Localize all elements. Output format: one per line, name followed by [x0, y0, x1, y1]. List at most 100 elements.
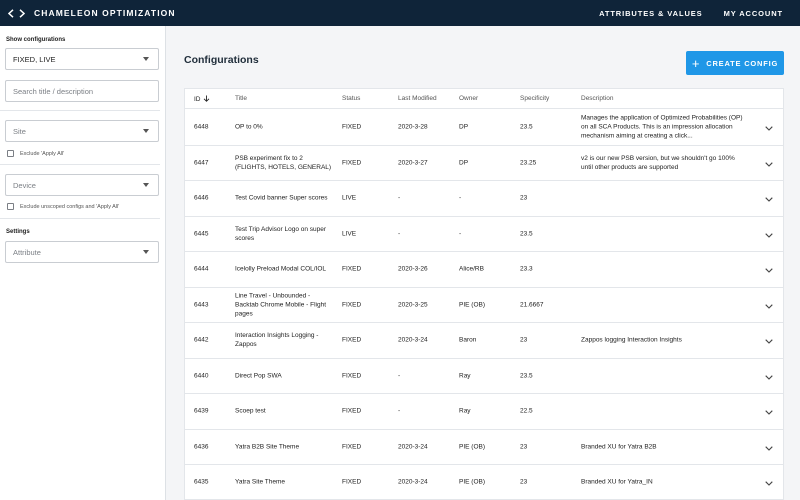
table-row[interactable]: 6446 Test Covid banner Super scores LIVE - -…	[185, 181, 783, 217]
divider	[0, 218, 160, 219]
dropdown-caret-icon	[143, 183, 149, 187]
device-select[interactable]: Device	[5, 174, 159, 196]
sort-descending-icon[interactable]	[203, 95, 210, 104]
cell-title: Test Trip Advisor Logo on super scores	[235, 225, 327, 242]
cell-title: Line Travel - Unbounded - Backtab Chrome…	[235, 292, 327, 318]
table-row[interactable]: 6444 Icelolly Preload Modal COL/IOL FIXED 2…	[185, 252, 783, 288]
site-placeholder: Site	[13, 126, 26, 136]
dropdown-caret-icon	[143, 129, 149, 133]
expand-chevron-icon[interactable]	[765, 118, 773, 136]
column-header-owner[interactable]: Owner	[459, 95, 478, 102]
cell-description: Zappos logging Interaction Insights	[581, 336, 682, 344]
cell-id: 6445	[194, 230, 209, 238]
checkbox-icon[interactable]	[7, 150, 14, 157]
cell-last-modified: 2020-3-24	[398, 443, 428, 451]
dropdown-caret-icon	[143, 57, 149, 61]
show-configurations-label: Show configurations	[6, 37, 66, 43]
expand-chevron-icon[interactable]	[765, 331, 773, 349]
plus-icon: +	[691, 55, 701, 71]
table-row[interactable]: 6436 Yatra B2B Site Theme FIXED 2020-3-24 PI…	[185, 430, 783, 465]
table-header: ID Title Status Last Modified Owner Spec…	[185, 89, 783, 109]
cell-title: Interaction Insights Logging - Zappos	[235, 332, 319, 349]
table-row[interactable]: 6445 Test Trip Advisor Logo on super scor…	[185, 217, 783, 252]
table-row[interactable]: 6448 OP to 0% FIXED 2020-3-28 DP 23.5 Manages …	[185, 110, 783, 146]
expand-chevron-icon[interactable]	[765, 189, 773, 207]
cell-status: FIXED	[342, 478, 362, 486]
table-row[interactable]: 6439 Scoep test FIXED - Ray 22.5	[185, 394, 783, 430]
cell-status: FIXED	[342, 443, 362, 451]
expand-chevron-icon[interactable]	[765, 296, 773, 314]
table-row[interactable]: 6435 Yatra Site Theme FIXED 2020-3-24 PIE (O…	[185, 465, 783, 499]
column-header-status[interactable]: Status	[342, 95, 360, 102]
cell-specificity: 23	[520, 336, 528, 344]
expand-chevron-icon[interactable]	[765, 225, 773, 243]
cell-status: FIXED	[342, 265, 362, 273]
expand-chevron-icon[interactable]	[765, 367, 773, 385]
attribute-select[interactable]: Attribute	[5, 241, 159, 263]
cell-title: Direct Pop SWA	[235, 372, 282, 380]
expand-chevron-icon[interactable]	[765, 260, 773, 278]
cell-title: Icelolly Preload Modal COL/IOL	[235, 265, 327, 273]
table-row[interactable]: 6443 Line Travel - Unbounded - Backtab Ch…	[185, 288, 783, 323]
page-title: Configurations	[184, 54, 259, 66]
search-input[interactable]	[5, 80, 159, 102]
divider	[0, 164, 160, 165]
expand-chevron-icon[interactable]	[765, 438, 773, 456]
cell-last-modified: 2020-3-24	[398, 478, 428, 486]
cell-last-modified: -	[398, 372, 401, 380]
expand-chevron-icon[interactable]	[765, 402, 773, 420]
cell-status: FIXED	[342, 123, 362, 131]
column-header-description[interactable]: Description	[581, 95, 614, 102]
code-brackets-icon[interactable]	[8, 8, 25, 18]
cell-specificity: 23.5	[520, 230, 533, 238]
column-header-id-label: ID	[194, 96, 201, 104]
cell-id: 6443	[194, 301, 209, 309]
cell-owner: Baron	[459, 336, 477, 344]
dropdown-caret-icon	[143, 250, 149, 254]
cell-last-modified: 2020-3-25	[398, 301, 428, 309]
expand-chevron-icon[interactable]	[765, 154, 773, 172]
search-text-input[interactable]	[13, 86, 158, 96]
checkbox-icon[interactable]	[7, 203, 14, 210]
cell-status: FIXED	[342, 336, 362, 344]
cell-status: FIXED	[342, 159, 362, 167]
attribute-placeholder: Attribute	[13, 247, 41, 257]
cell-status: LIVE	[342, 194, 357, 202]
cell-specificity: 22.5	[520, 407, 533, 415]
cell-specificity: 21.6667	[520, 301, 544, 309]
cell-id: 6447	[194, 159, 209, 167]
table-row[interactable]: 6447 PSB experiment fix to 2 (FLIGHTS, HO…	[185, 146, 783, 181]
column-header-title[interactable]: Title	[235, 95, 247, 102]
cell-id: 6448	[194, 123, 209, 131]
cell-title: Scoep test	[235, 407, 266, 415]
cell-owner: PIE (OB)	[459, 478, 486, 486]
column-header-last-modified[interactable]: Last Modified	[398, 95, 437, 102]
expand-chevron-icon[interactable]	[765, 473, 773, 491]
column-header-id[interactable]: ID	[194, 95, 210, 104]
cell-last-modified: 2020-3-28	[398, 123, 428, 131]
nav-attributes-values[interactable]: ATTRIBUTES & VALUES	[599, 9, 703, 18]
site-select[interactable]: Site	[5, 120, 159, 142]
table-row[interactable]: 6442 Interaction Insights Logging - Zappo…	[185, 323, 783, 359]
cell-specificity: 23.3	[520, 265, 533, 273]
cell-owner: Ray	[459, 407, 471, 415]
exclude-apply-all-label: Exclude 'Apply All'	[20, 150, 65, 157]
filter-sidebar: Show configurations FIXED, LIVE Site Exc…	[0, 26, 166, 500]
top-nav: ATTRIBUTES & VALUES MY ACCOUNT	[578, 9, 783, 18]
exclude-unscoped-checkbox[interactable]: Exclude unscoped configs and 'Apply All'	[7, 203, 119, 210]
create-config-label: CREATE CONFIG	[706, 58, 779, 68]
exclude-apply-all-checkbox[interactable]: Exclude 'Apply All'	[7, 150, 64, 157]
cell-owner: PIE (OB)	[459, 443, 486, 451]
table-row[interactable]: 6440 Direct Pop SWA FIXED - Ray 23.5	[185, 359, 783, 394]
create-config-button[interactable]: + CREATE CONFIG	[686, 51, 784, 75]
cell-specificity: 23.25	[520, 159, 537, 167]
cell-last-modified: -	[398, 194, 401, 202]
cell-id: 6439	[194, 407, 209, 415]
cell-specificity: 23	[520, 194, 528, 202]
cell-id: 6435	[194, 478, 209, 486]
cell-id: 6444	[194, 265, 209, 273]
column-header-specificity[interactable]: Specificity	[520, 95, 549, 102]
cell-title: OP to 0%	[235, 123, 263, 131]
configuration-status-select[interactable]: FIXED, LIVE	[5, 48, 159, 70]
nav-my-account[interactable]: MY ACCOUNT	[724, 9, 783, 18]
